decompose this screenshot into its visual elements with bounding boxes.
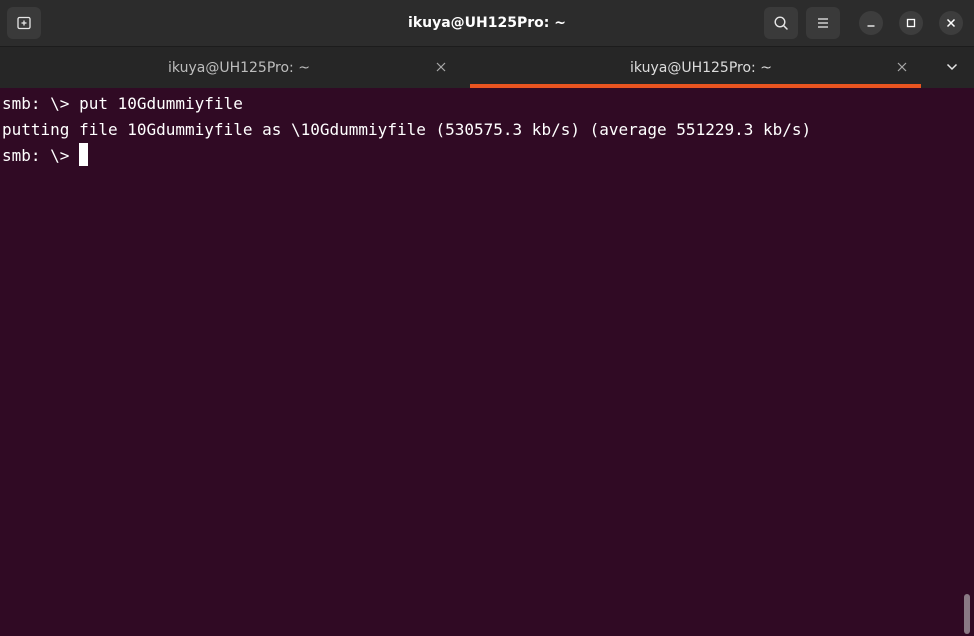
tab-close-button[interactable] [894,59,910,75]
chevron-down-icon [946,63,958,71]
close-icon [436,62,446,72]
tabs-menu-button[interactable] [938,55,966,79]
minimize-icon [867,25,875,27]
hamburger-menu-icon [818,18,828,28]
terminal-prompt-line: smb: \> [2,143,89,169]
scrollbar[interactable] [964,594,970,634]
tab-close-button[interactable] [433,59,449,75]
terminal-prompt: smb: \> [2,146,80,165]
window-title: ikuya@UH125Pro: ~ [408,15,566,31]
tab-1[interactable]: ikuya@UH125Pro: ~ [8,47,470,88]
maximize-icon [906,18,916,28]
menu-button[interactable] [806,7,840,39]
new-tab-icon [17,16,31,30]
close-button[interactable] [939,11,963,35]
close-icon [946,18,956,28]
tab-bar: ikuya@UH125Pro: ~ ikuya@UH125Pro: ~ [0,46,974,88]
search-button[interactable] [764,7,798,39]
close-icon [897,62,907,72]
terminal-output[interactable]: smb: \> put 10Gdummiyfile putting file 1… [0,88,974,636]
terminal-line: putting file 10Gdummiyfile as \10Gdummiy… [2,120,812,139]
terminal-line: smb: \> put 10Gdummiyfile [2,94,243,113]
maximize-button[interactable] [899,11,923,35]
header-bar: ikuya@UH125Pro: ~ [0,0,974,46]
terminal-window: ikuya@UH125Pro: ~ ikuya@UH125Pro: ~ ikuy… [0,0,974,636]
terminal-cursor [79,143,89,166]
tab-label: ikuya@UH125Pro: ~ [630,59,772,76]
new-tab-button[interactable] [7,7,41,39]
minimize-button[interactable] [859,11,883,35]
tab-label: ikuya@UH125Pro: ~ [168,59,310,76]
tab-2-active[interactable]: ikuya@UH125Pro: ~ [470,47,932,88]
search-icon [774,16,788,30]
